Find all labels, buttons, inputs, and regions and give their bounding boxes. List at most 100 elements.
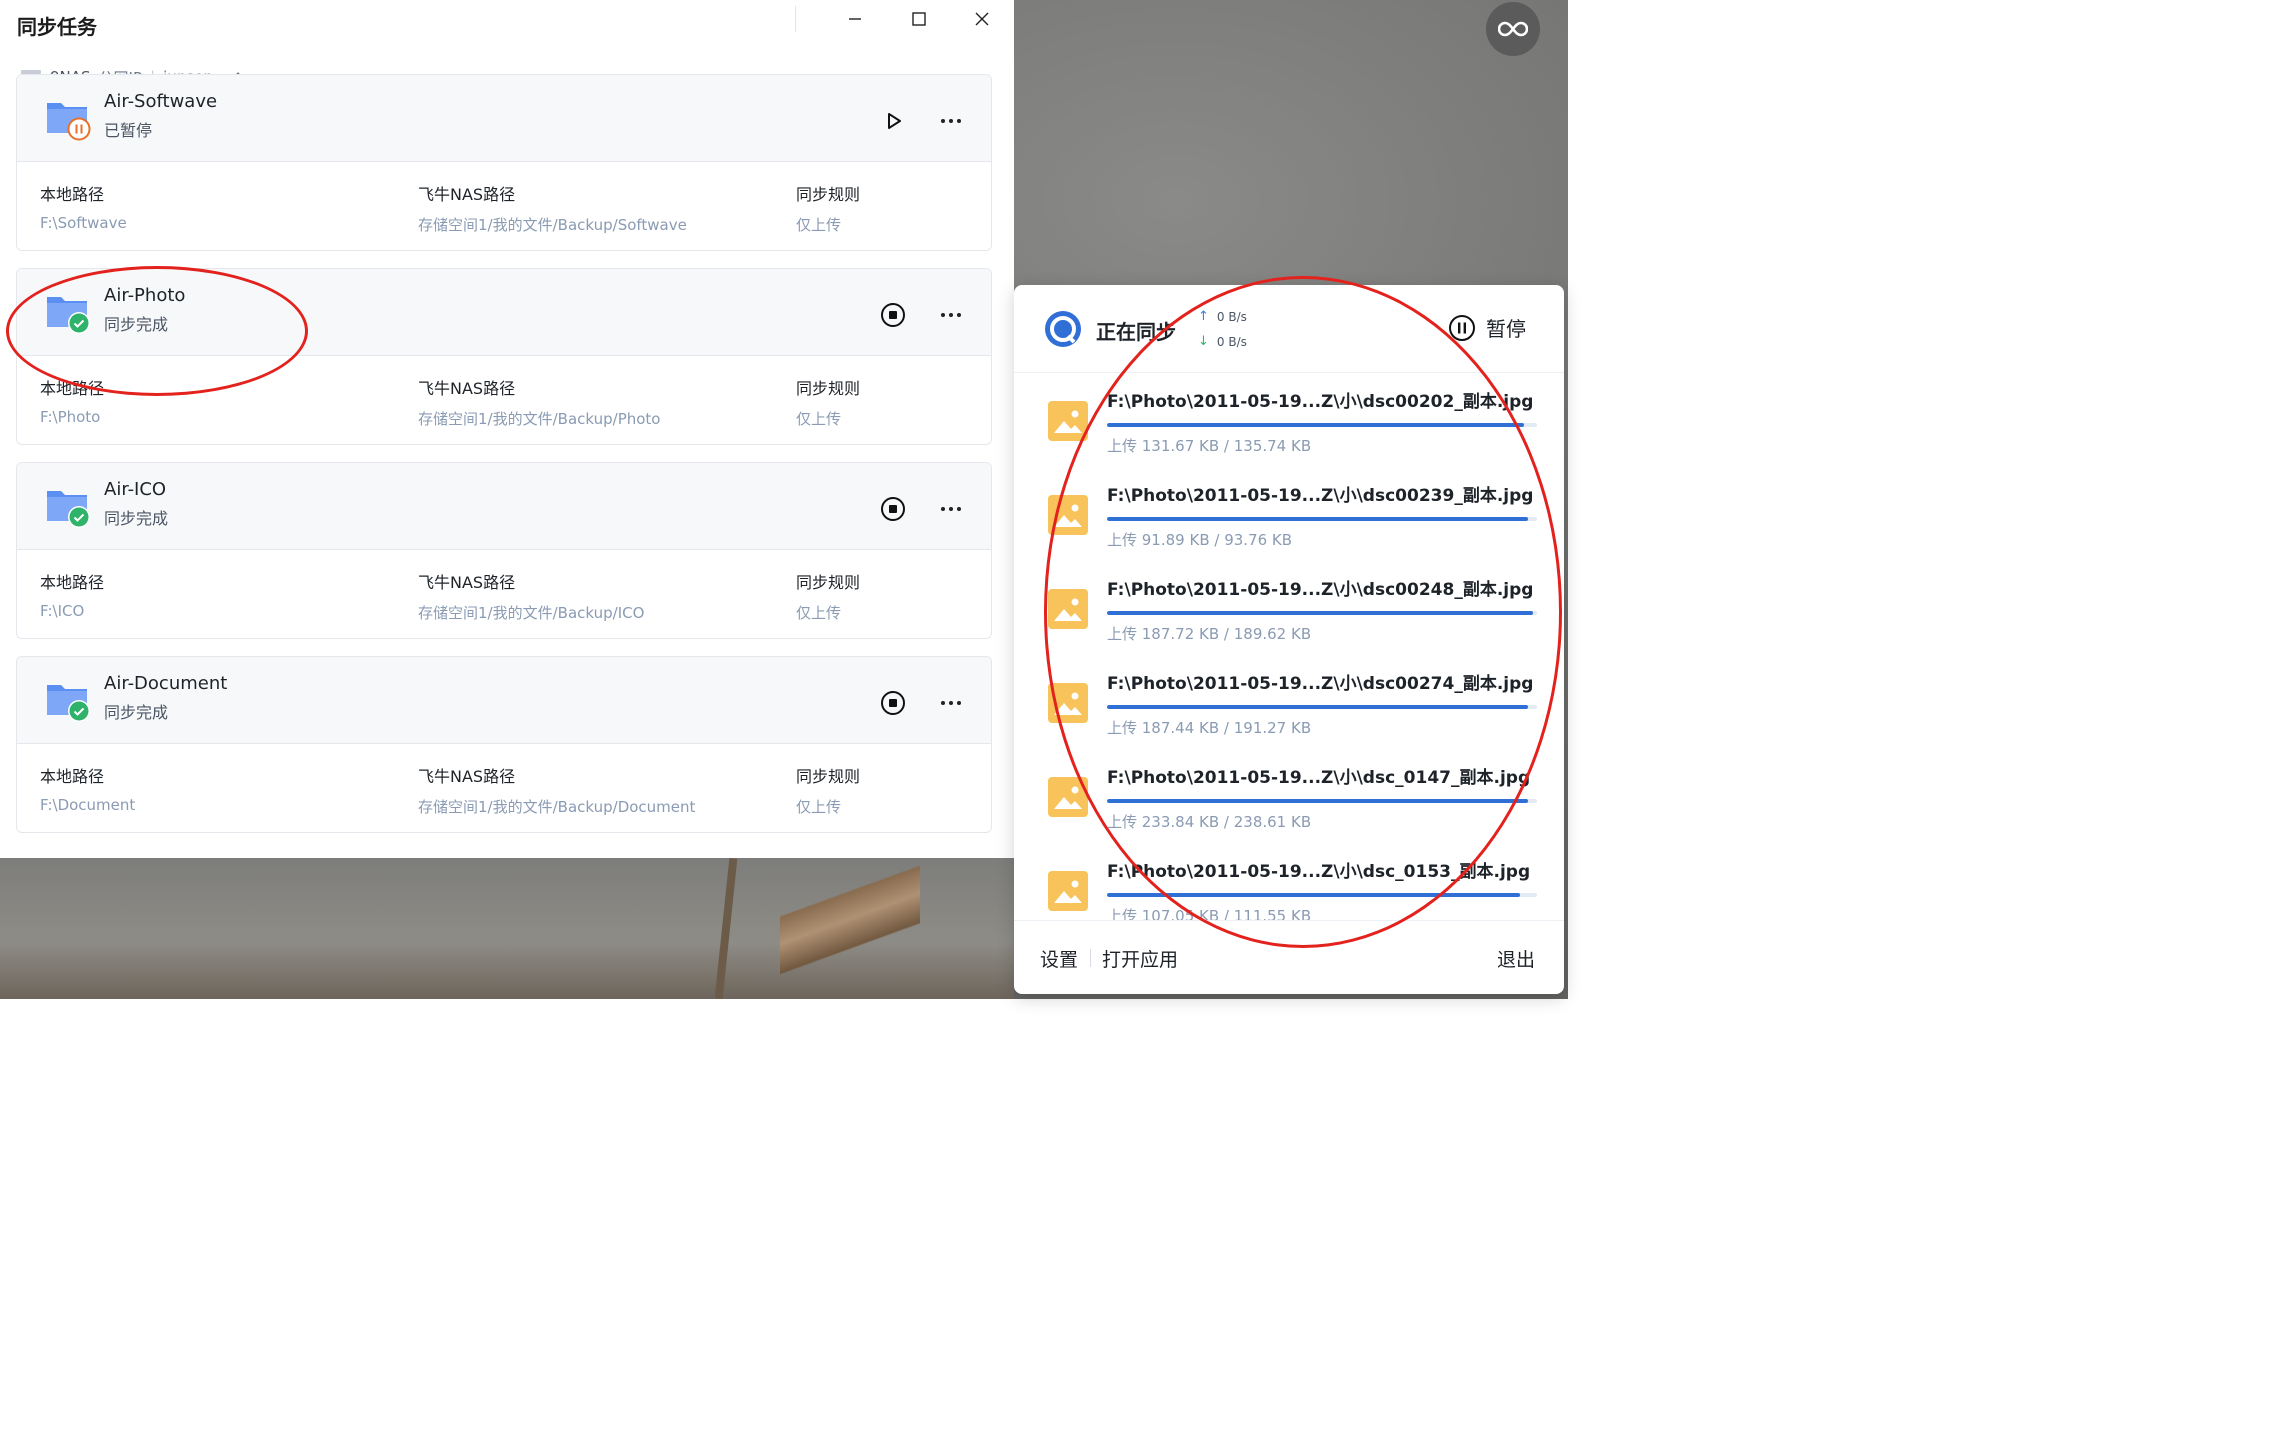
nas-path-value: 存储空间1/我的文件/Backup/Document: [418, 798, 696, 816]
sync-panel-title: 正在同步: [1096, 320, 1176, 344]
file-name: F:\Photo\2011-05-19...Z\小\dsc00202_副本.jp…: [1107, 392, 1534, 412]
maximize-button[interactable]: [899, 6, 939, 32]
local-path-label: 本地路径: [40, 573, 105, 592]
file-item[interactable]: F:\Photo\2011-05-19...Z\小\dsc00239_副本.jp…: [1014, 467, 1564, 561]
file-item[interactable]: F:\Photo\2011-05-19...Z\小\dsc_0153_副本.jp…: [1014, 843, 1564, 920]
local-path-value: F:\Photo: [40, 408, 101, 426]
stop-button[interactable]: [877, 493, 909, 525]
minimize-button[interactable]: [835, 6, 875, 32]
task-header[interactable]: Air-Softwave 已暂停: [17, 75, 991, 162]
nas-path-label: 飞牛NAS路径: [418, 767, 516, 786]
image-file-icon: [1048, 777, 1088, 817]
sync-rule-column: 同步规则 仅上传: [796, 181, 860, 235]
more-icon: [941, 507, 961, 511]
infinity-icon: [1498, 21, 1528, 37]
task-card: Air-ICO 同步完成 本地路径 F:\ICO 飞牛NAS路径 存储空间1/我…: [16, 462, 992, 639]
sync-rule-label: 同步规则: [796, 573, 861, 592]
sync-rule-value: 仅上传: [796, 604, 842, 622]
infinity-button[interactable]: [1486, 2, 1540, 56]
more-options-button[interactable]: [935, 687, 967, 719]
nas-path-label: 飞牛NAS路径: [418, 573, 516, 592]
window-title: 同步任务: [17, 15, 97, 39]
file-item[interactable]: F:\Photo\2011-05-19...Z\小\dsc00202_副本.jp…: [1014, 373, 1564, 467]
nas-path-value: 存储空间1/我的文件/Backup/Photo: [418, 410, 661, 428]
more-options-button[interactable]: [935, 105, 967, 137]
file-progress-fill: [1107, 611, 1533, 615]
wallpaper-branch: [780, 858, 920, 999]
pause-icon: [1449, 314, 1475, 341]
image-file-icon: [1048, 871, 1088, 911]
task-card: Air-Softwave 已暂停 本地路径 F:\Softwave 飞牛NAS路…: [16, 74, 992, 251]
folder-icon: [45, 485, 90, 528]
paused-badge-icon: [67, 117, 91, 141]
file-progress-fill: [1107, 893, 1520, 897]
upload-arrow-icon: ↑: [1198, 309, 1209, 324]
file-item[interactable]: F:\Photo\2011-05-19...Z\小\dsc00274_副本.jp…: [1014, 655, 1564, 749]
task-status: 已暂停: [104, 121, 153, 140]
more-options-button[interactable]: [935, 493, 967, 525]
stop-button[interactable]: [877, 299, 909, 331]
sync-icon: [1045, 311, 1081, 347]
more-options-button[interactable]: [935, 299, 967, 331]
nas-path-label: 飞牛NAS路径: [418, 379, 516, 398]
stop-button[interactable]: [877, 687, 909, 719]
file-name: F:\Photo\2011-05-19...Z\小\dsc_0147_副本.jp…: [1107, 768, 1531, 788]
more-icon: [941, 701, 961, 705]
image-file-icon: [1048, 495, 1088, 535]
local-path-label: 本地路径: [40, 185, 105, 204]
sync-panel-footer: 设置 打开应用 退出: [1014, 920, 1564, 994]
download-arrow-icon: ↓: [1198, 334, 1209, 349]
sync-rule-column: 同步规则 仅上传: [796, 375, 860, 429]
file-size: 上传 131.67 KB / 135.74 KB: [1107, 437, 1312, 455]
file-size: 上传 107.05 KB / 111.55 KB: [1107, 907, 1312, 920]
local-path-column: 本地路径 F:\Document: [40, 763, 135, 814]
close-icon: [975, 12, 989, 26]
sync-status-panel: 正在同步 ↑ 0 B/s ↓ 0 B/s 暂停 F:\Photo\2011-05…: [1014, 285, 1564, 994]
task-header[interactable]: Air-Document 同步完成: [17, 657, 991, 744]
file-progress-fill: [1107, 423, 1525, 427]
nas-path-column: 飞牛NAS路径 存储空间1/我的文件/Backup/Softwave: [418, 181, 687, 235]
upload-speed-value: 0 B/s: [1216, 309, 1247, 324]
title-bar-divider: [795, 6, 796, 32]
sync-rule-value: 仅上传: [796, 410, 842, 428]
pause-all-button[interactable]: 暂停: [1448, 313, 1526, 342]
file-name: F:\Photo\2011-05-19...Z\小\dsc00274_副本.jp…: [1107, 674, 1534, 694]
sync-rule-column: 同步规则 仅上传: [796, 569, 860, 623]
task-card: Air-Document 同步完成 本地路径 F:\Document 飞牛NAS…: [16, 656, 992, 833]
syncing-file-list[interactable]: F:\Photo\2011-05-19...Z\小\dsc00202_副本.jp…: [1014, 373, 1564, 920]
more-icon: [941, 119, 961, 123]
stop-icon: [881, 691, 905, 715]
settings-link[interactable]: 设置: [1040, 945, 1078, 972]
check-badge-icon: [68, 506, 90, 528]
local-path-value: F:\Document: [40, 796, 136, 814]
file-progress-fill: [1107, 517, 1529, 521]
task-status: 同步完成: [104, 703, 169, 722]
nas-path-value: 存储空间1/我的文件/Backup/Softwave: [418, 216, 687, 234]
file-name: F:\Photo\2011-05-19...Z\小\dsc_0153_副本.jp…: [1107, 862, 1531, 882]
file-progress: [1107, 611, 1537, 615]
file-item[interactable]: F:\Photo\2011-05-19...Z\小\dsc00248_副本.jp…: [1014, 561, 1564, 655]
maximize-icon: [912, 12, 926, 26]
more-icon: [941, 313, 961, 317]
task-header[interactable]: Air-Photo 同步完成: [17, 269, 991, 356]
image-file-icon: [1048, 401, 1088, 441]
nas-path-label: 飞牛NAS路径: [418, 185, 516, 204]
file-size: 上传 187.44 KB / 191.27 KB: [1107, 719, 1312, 737]
title-bar[interactable]: 同步任务: [0, 0, 1014, 50]
close-button[interactable]: [962, 6, 1002, 32]
local-path-value: F:\ICO: [40, 602, 85, 620]
task-header[interactable]: Air-ICO 同步完成: [17, 463, 991, 550]
play-icon: [888, 113, 901, 129]
file-item[interactable]: F:\Photo\2011-05-19...Z\小\dsc_0147_副本.jp…: [1014, 749, 1564, 843]
download-speed-value: 0 B/s: [1216, 334, 1247, 349]
file-progress: [1107, 423, 1537, 427]
resume-button[interactable]: [877, 105, 909, 137]
sync-rule-column: 同步规则 仅上传: [796, 763, 860, 817]
exit-link[interactable]: 退出: [1497, 945, 1535, 972]
file-progress: [1107, 893, 1537, 897]
task-name: Air-Photo: [104, 285, 186, 306]
stop-icon: [881, 497, 905, 521]
nas-path-column: 飞牛NAS路径 存储空间1/我的文件/Backup/ICO: [418, 569, 644, 623]
task-name: Air-Softwave: [104, 91, 218, 112]
open-app-link[interactable]: 打开应用: [1102, 945, 1178, 972]
